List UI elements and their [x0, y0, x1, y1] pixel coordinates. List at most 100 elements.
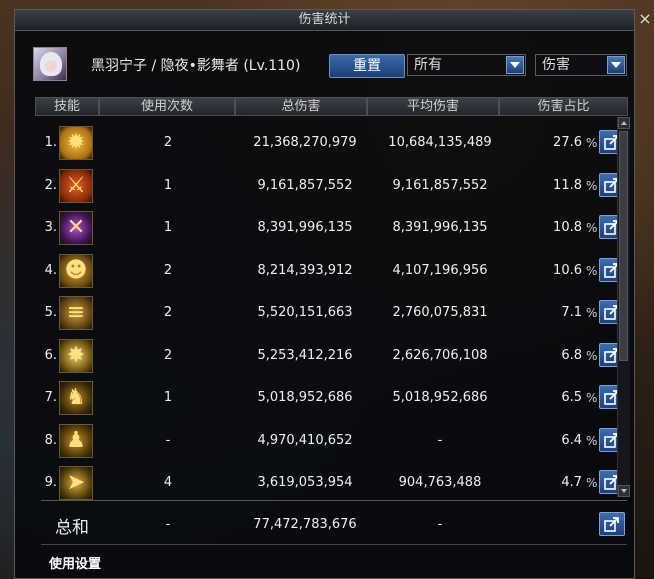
filter-dropdown-value: 所有: [414, 57, 442, 73]
scroll-thumb[interactable]: [619, 131, 628, 361]
row-damage-share: 10.8: [553, 220, 582, 235]
row-damage-share: 11.8: [553, 177, 582, 193]
table-scrollbar[interactable]: [617, 117, 630, 497]
header-avg-damage[interactable]: 平均伤害: [367, 97, 499, 116]
percent-sign: %: [586, 306, 598, 320]
damage-stats-window: 伤害统计 黑羽宁子 / 隐夜•影舞者 (Lv.110) 重置 所有 伤害 技能 …: [14, 9, 635, 579]
row-total-damage: 8,391,996,135: [257, 220, 353, 235]
percent-sign: %: [586, 476, 598, 490]
row-index: 2.: [44, 177, 57, 193]
table-row: 9. ➤ 4 3,619,053,954 904,763,488 4.7%: [15, 466, 636, 508]
row-total-damage: 21,368,270,979: [253, 135, 357, 150]
golden-burst-skill-icon: ✹: [59, 126, 93, 160]
summary-label: 总和: [55, 518, 89, 538]
row-total-damage: 5,018,952,686: [257, 390, 353, 405]
table-row: 4. ☻ 2 8,214,393,912 4,107,196,956 10.6%: [15, 253, 636, 296]
row-avg-damage: 8,391,996,135: [392, 220, 488, 235]
percent-sign: %: [586, 391, 598, 405]
sort-dropdown[interactable]: 伤害: [535, 54, 627, 76]
table-row: 2. ⚔ 1 9,161,857,552 9,161,857,552 11.8%: [15, 168, 636, 211]
row-index: 8.: [44, 432, 57, 448]
row-damage-share: 4.7: [561, 475, 582, 490]
row-avg-damage: 10,684,135,489: [388, 135, 492, 150]
row-avg-damage: -: [437, 432, 443, 448]
table-row: 6. ✸ 2 5,253,412,216 2,626,706,108 6.8%: [15, 338, 636, 381]
table-row: 1. ✹ 2 21,368,270,979 10,684,135,489 27.6%: [15, 126, 636, 168]
usage-settings-label[interactable]: 使用设置: [49, 553, 101, 572]
row-damage-share: 10.6: [553, 262, 582, 278]
percent-sign: %: [586, 221, 598, 235]
percent-sign: %: [586, 433, 598, 448]
star-explosion-skill-icon: ✸: [59, 338, 93, 373]
row-avg-damage: 2,760,075,831: [392, 305, 488, 320]
row-avg-damage: 4,107,196,956: [392, 262, 488, 278]
row-avg-damage: 904,763,488: [398, 475, 482, 490]
row-total-damage: 8,214,393,912: [257, 262, 353, 278]
scroll-down-icon[interactable]: [618, 485, 630, 497]
row-index: 3.: [44, 220, 57, 235]
shadow-figure-skill-icon: ♞: [59, 381, 93, 415]
row-damage-share: 6.4: [561, 432, 582, 448]
header-skill[interactable]: 技能: [35, 97, 99, 116]
close-icon[interactable]: ×: [637, 11, 653, 27]
rising-figure-skill-icon: ♟: [59, 423, 93, 458]
summary-total: 77,472,783,676: [253, 517, 357, 532]
sort-dropdown-value: 伤害: [542, 57, 570, 73]
row-index: 4.: [44, 262, 57, 278]
row-use-count: 1: [163, 220, 173, 235]
row-use-count: -: [165, 432, 171, 448]
percent-sign: %: [586, 178, 598, 193]
table-row: 3. ✕ 1 8,391,996,135 8,391,996,135 10.8%: [15, 211, 636, 253]
character-name: 黑羽宁子 / 隐夜•影舞者 (Lv.110): [91, 58, 301, 74]
golden-mask-skill-icon: ☻: [59, 253, 93, 288]
row-avg-damage: 2,626,706,108: [392, 347, 488, 363]
percent-sign: %: [586, 348, 598, 363]
summary-count: -: [165, 517, 171, 532]
row-total-damage: 9,161,857,552: [257, 177, 353, 193]
window-title: 伤害统计: [15, 10, 634, 31]
row-index: 1.: [44, 135, 57, 150]
row-use-count: 1: [163, 177, 173, 193]
row-total-damage: 5,520,151,663: [257, 305, 353, 320]
blade-dash-skill-icon: ≡: [59, 296, 93, 330]
header-total-damage[interactable]: 总伤害: [235, 97, 367, 116]
row-use-count: 2: [163, 305, 173, 320]
percent-sign: %: [586, 136, 598, 150]
row-avg-damage: 5,018,952,686: [392, 390, 488, 405]
row-use-count: 2: [163, 347, 173, 363]
chevron-down-icon[interactable]: [506, 56, 524, 74]
header-damage-share[interactable]: 伤害占比: [499, 97, 628, 116]
table-row: 7. ♞ 1 5,018,952,686 5,018,952,686 6.5%: [15, 381, 636, 423]
summary-share-button[interactable]: [599, 512, 625, 536]
character-avatar: [33, 47, 67, 81]
filter-dropdown[interactable]: 所有: [407, 54, 526, 76]
row-total-damage: 4,970,410,652: [257, 432, 353, 448]
row-damage-share: 6.8: [561, 347, 582, 363]
reset-button[interactable]: 重置: [329, 54, 405, 78]
chevron-down-icon[interactable]: [607, 56, 625, 74]
row-damage-share: 27.6: [553, 135, 582, 150]
table-header: 技能 使用次数 总伤害 平均伤害 伤害占比: [35, 97, 628, 116]
row-index: 6.: [44, 347, 57, 363]
row-use-count: 2: [163, 262, 173, 278]
row-damage-share: 6.5: [561, 390, 582, 405]
row-index: 5.: [44, 305, 57, 320]
row-total-damage: 3,619,053,954: [257, 475, 353, 490]
row-index: 9.: [44, 475, 57, 490]
share-icon: [604, 517, 619, 532]
row-use-count: 1: [163, 390, 173, 405]
row-avg-damage: 9,161,857,552: [392, 177, 488, 193]
scroll-up-icon[interactable]: [618, 117, 630, 129]
summary-divider: [41, 500, 627, 501]
row-use-count: 2: [163, 135, 173, 150]
fire-slash-skill-icon: ⚔: [59, 168, 93, 203]
footer-divider: [41, 544, 627, 545]
arrow-strike-skill-icon: ➤: [59, 466, 93, 500]
header-use-count[interactable]: 使用次数: [99, 97, 235, 116]
row-index: 7.: [44, 390, 57, 405]
percent-sign: %: [586, 263, 598, 278]
table-row: 8. ♟ - 4,970,410,652 - 6.4%: [15, 423, 636, 466]
row-damage-share: 7.1: [561, 305, 582, 320]
summary-avg: -: [437, 517, 443, 532]
table-row: 5. ≡ 2 5,520,151,663 2,760,075,831 7.1%: [15, 296, 636, 338]
